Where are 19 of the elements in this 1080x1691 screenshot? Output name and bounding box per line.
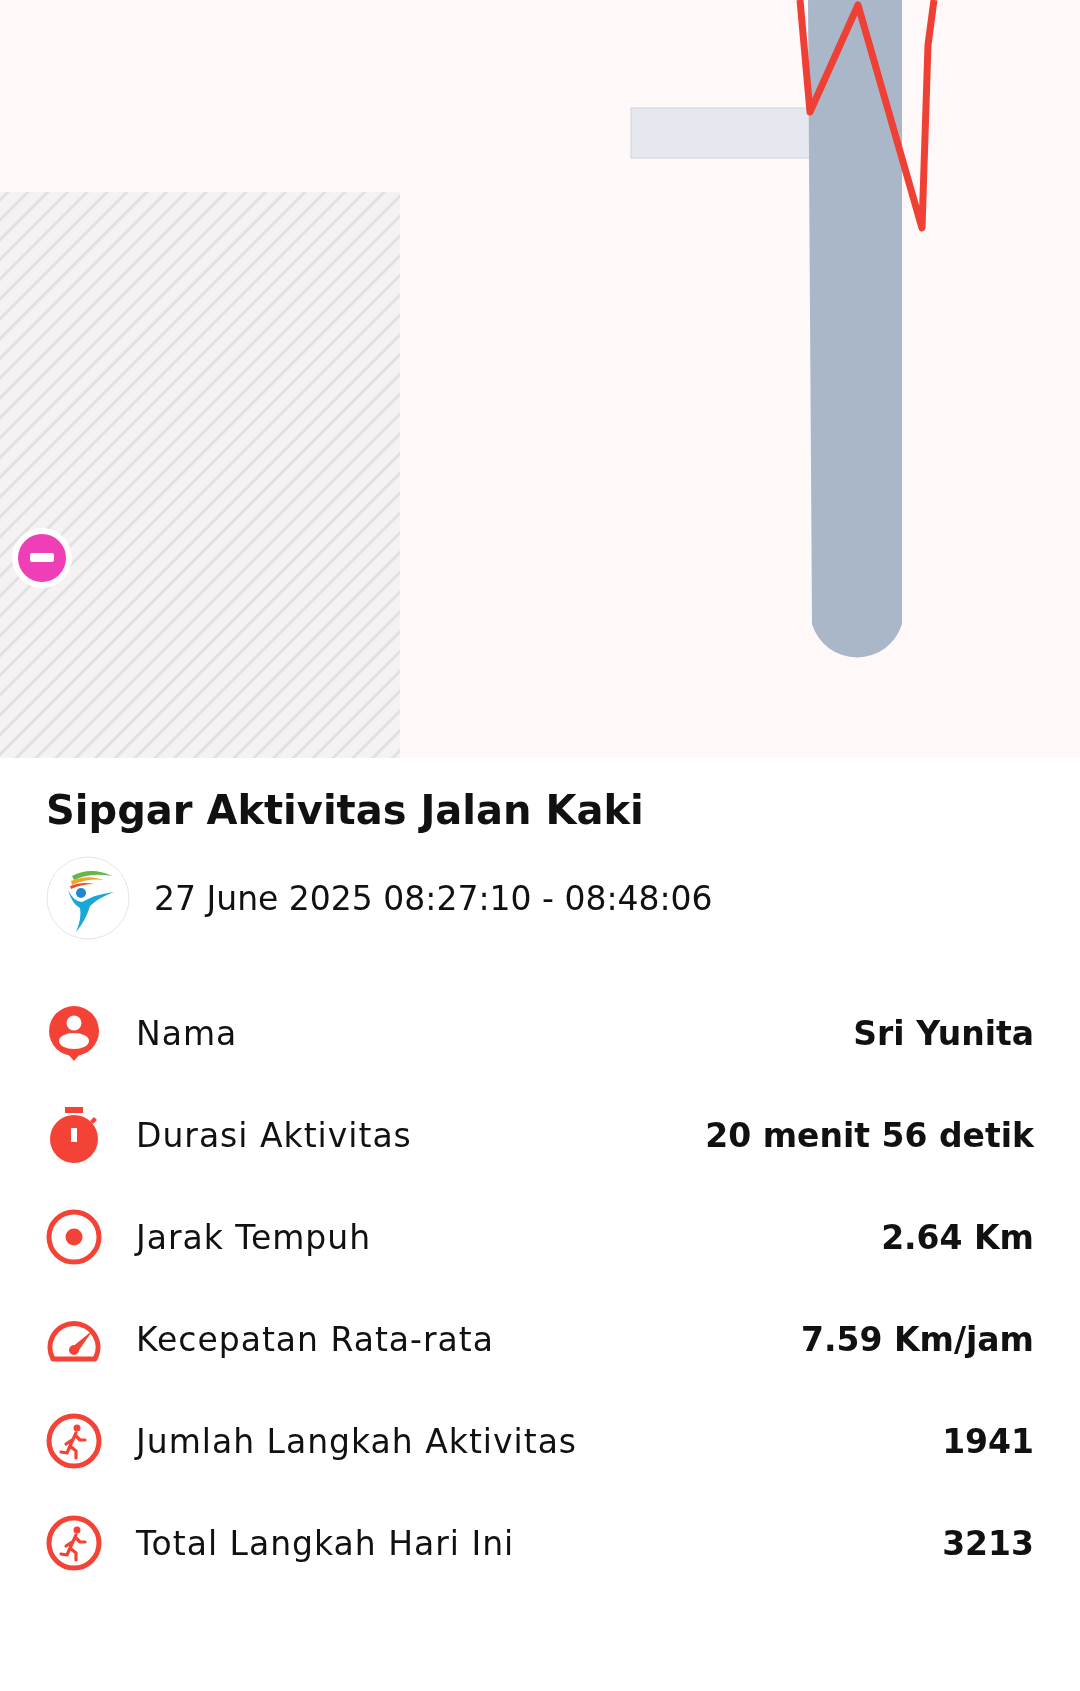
stat-label: Jumlah Langkah Aktivitas — [136, 1421, 579, 1461]
stat-value: 2.64 Km — [881, 1217, 1034, 1257]
activity-date: 27 June 2025 08:27:10 - 08:48:06 — [154, 878, 713, 918]
stat-label: Nama — [136, 1013, 239, 1053]
running-person-icon — [46, 1413, 102, 1469]
stat-label: Total Langkah Hari Ini — [136, 1523, 516, 1563]
stat-label: Jarak Tempuh — [136, 1217, 373, 1257]
stat-value: 7.59 Km/jam — [801, 1319, 1034, 1359]
stat-value: 3213 — [942, 1523, 1034, 1563]
stat-value: 1941 — [942, 1421, 1034, 1461]
person-pin-icon — [46, 1005, 102, 1061]
stat-label: Durasi Aktivitas — [136, 1115, 413, 1155]
activity-title: Sipgar Aktivitas Jalan Kaki — [46, 786, 645, 834]
logo-icon — [46, 856, 130, 940]
stat-value: 20 menit 56 detik — [705, 1115, 1034, 1155]
stat-value: Sri Yunita — [853, 1013, 1034, 1053]
target-icon — [46, 1209, 102, 1265]
running-person-icon — [46, 1515, 102, 1571]
stat-label: Kecepatan Rata-rata — [136, 1319, 495, 1359]
